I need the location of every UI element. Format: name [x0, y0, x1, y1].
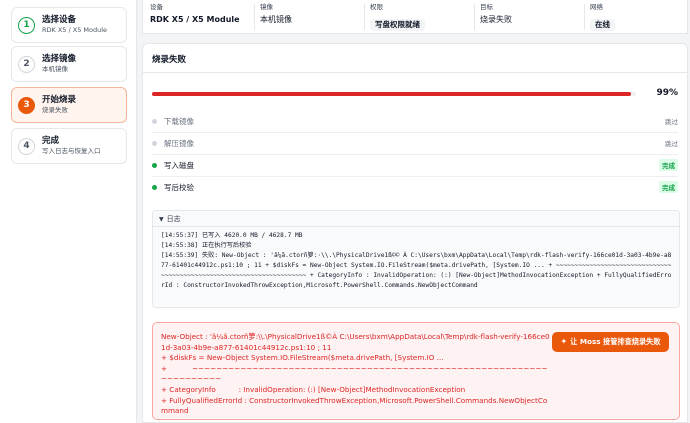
progress-percent: 99%	[656, 88, 678, 98]
stage-label: 解压镜像	[164, 138, 194, 148]
info-target: 目标 烧录失败	[480, 3, 512, 26]
stage-verify: 写后校验 完成	[152, 177, 678, 197]
stage-download: 下载镜像 跳过	[152, 111, 678, 131]
step-complete[interactable]: 4 完成 写入日志与恢复入口	[11, 128, 127, 164]
stage-label: 写入磁盘	[164, 160, 194, 170]
progress-bar	[152, 92, 636, 96]
info-permission: 权限 写盘权限就绪	[370, 3, 425, 31]
step-select-device[interactable]: 1 选择设备 RDK X5 / X5 Module	[11, 7, 127, 43]
divider	[143, 72, 687, 73]
step-title: 选择设备	[42, 15, 77, 25]
step-number: 3	[18, 96, 35, 114]
stage-write: 写入磁盘 完成	[152, 155, 678, 175]
stage-status: 跳过	[665, 140, 678, 148]
step-subtitle: 写入日志与恢复入口	[42, 147, 101, 155]
panel-title: 烧录失败	[152, 55, 187, 65]
caret-down-icon: ▼	[159, 215, 164, 223]
wand-icon: ✦	[560, 337, 568, 346]
divider	[584, 4, 585, 30]
progress-fill	[152, 92, 632, 96]
info-label: 权限	[370, 3, 383, 11]
sidebar: 1 选择设备 RDK X5 / X5 Module 2 选择镜像 本机镜像 3 …	[0, 0, 137, 423]
stage-dot	[152, 162, 157, 168]
info-value: 本机镜像	[260, 15, 292, 24]
info-network: 网络 在线	[590, 3, 615, 31]
step-number: 1	[18, 16, 35, 34]
log-toggle[interactable]: ▼ 日志	[159, 214, 181, 224]
stage-status: 跳过	[665, 118, 678, 126]
info-label: 设备	[150, 3, 163, 11]
step-subtitle: 本机镜像	[42, 65, 68, 73]
step-title: 开始烧录	[42, 95, 77, 105]
step-subtitle: 烧录失败	[42, 106, 68, 114]
error-message: New-Object : 'â¼ã.ctorñ箩:\\.\PhysicalDri…	[161, 332, 550, 416]
info-value: 烧录失败	[480, 15, 512, 24]
permission-badge: 写盘权限就绪	[370, 19, 425, 31]
step-title: 选择镜像	[42, 54, 77, 64]
info-label: 目标	[480, 3, 493, 11]
step-subtitle: RDK X5 / X5 Module	[42, 26, 108, 34]
error-box: New-Object : 'â¼ã.ctorñ箩:\\.\PhysicalDri…	[152, 322, 680, 420]
info-label: 镜像	[260, 3, 273, 11]
log-text: [14:55:37] 已写入 4620.0 MB / 4628.7 MB [14…	[161, 232, 672, 289]
step-title: 完成	[42, 136, 60, 146]
step-start-flash[interactable]: 3 开始烧录 烧录失败	[11, 87, 127, 123]
button-label: 让 Moss 接管排查烧录失败	[570, 337, 661, 346]
step-number: 4	[18, 137, 35, 155]
flash-panel: 烧录失败 99% 下载镜像 跳过 解压镜像 跳过 写入磁盘 完成 写后校验 完成…	[142, 43, 688, 423]
divider	[474, 4, 475, 30]
log-title: 日志	[166, 215, 181, 223]
stage-status-badge: 完成	[659, 181, 678, 193]
info-image: 镜像 本机镜像	[260, 3, 292, 26]
divider	[254, 4, 255, 30]
moss-takeover-button[interactable]: ✦ 让 Moss 接管排查烧录失败	[552, 332, 669, 352]
divider	[364, 4, 365, 30]
step-select-image[interactable]: 2 选择镜像 本机镜像	[11, 46, 127, 82]
info-value: RDK X5 / X5 Module	[150, 15, 240, 24]
log-panel: ▼ 日志 [14:55:37] 已写入 4620.0 MB / 4628.7 M…	[152, 210, 680, 308]
divider	[153, 226, 679, 227]
stage-extract: 解压镜像 跳过	[152, 133, 678, 153]
stage-status-badge: 完成	[659, 159, 678, 171]
stage-dot	[152, 118, 157, 124]
network-badge: 在线	[590, 19, 615, 31]
step-number: 2	[18, 55, 35, 73]
info-bar: 设备 RDK X5 / X5 Module 镜像 本机镜像 权限 写盘权限就绪 …	[142, 0, 688, 34]
stage-dot	[152, 140, 157, 146]
info-label: 网络	[590, 3, 603, 11]
info-device: 设备 RDK X5 / X5 Module	[150, 3, 240, 26]
stage-label: 下载镜像	[164, 116, 194, 126]
stage-dot	[152, 184, 157, 190]
stage-label: 写后校验	[164, 182, 194, 192]
